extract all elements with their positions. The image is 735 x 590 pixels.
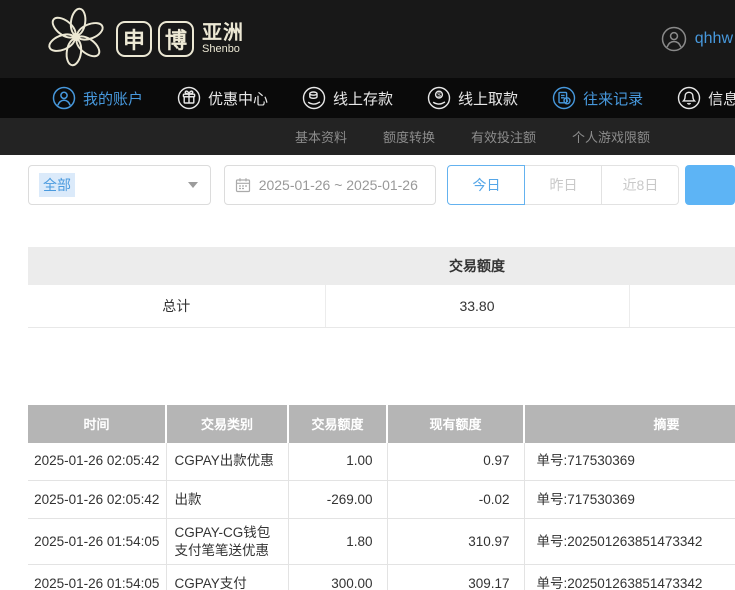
- record-balance: 309.17: [387, 565, 524, 590]
- nav-item-withdrawal[interactable]: $ 线上取款: [427, 86, 518, 110]
- deposit-coins-circle-icon: [302, 86, 326, 110]
- summary-total-value: 33.80: [325, 285, 629, 327]
- quick-date-button-group: 今日 昨日 近8日: [447, 165, 679, 205]
- record-type: CGPAY出款优惠: [166, 443, 288, 481]
- summary-header-cell-amount: 交易额度: [325, 247, 629, 285]
- transaction-type-select[interactable]: 全部: [28, 165, 211, 205]
- chevron-down-icon: [188, 182, 198, 188]
- column-header-time: 时间: [28, 405, 166, 443]
- gift-circle-icon: [177, 86, 201, 110]
- svg-text:$: $: [437, 92, 441, 99]
- transaction-records-table: 时间 交易类别 交易额度 现有额度 摘要 2025-01-26 02:05:42…: [28, 405, 735, 590]
- record-memo: 单号:202501263851473342: [524, 565, 735, 590]
- summary-header-cell-empty: [28, 247, 325, 285]
- nav-item-label: 往来记录: [583, 88, 643, 109]
- record-balance: 0.97: [387, 443, 524, 481]
- records-header-row: 时间 交易类别 交易额度 现有额度 摘要: [28, 405, 735, 443]
- nav-item-promotions[interactable]: 优惠中心: [177, 86, 268, 110]
- nav-item-my-account[interactable]: 我的账户: [52, 86, 143, 110]
- record-amount: 1.80: [288, 519, 387, 565]
- main-navigation: 我的账户 优惠中心 线上存款: [0, 78, 735, 118]
- nav-item-messages[interactable]: 信息: [677, 86, 735, 110]
- last-8-days-button[interactable]: 近8日: [601, 165, 679, 205]
- record-balance: -0.02: [387, 481, 524, 519]
- summary-total-label: 总计: [28, 285, 325, 327]
- records-clipboard-clock-circle-icon: [552, 86, 576, 110]
- summary-header-cell-empty: [629, 247, 735, 285]
- record-balance: 310.97: [387, 519, 524, 565]
- column-header-amount: 交易额度: [288, 405, 387, 443]
- logo-char-box: 申: [116, 21, 152, 57]
- table-row: 2025-01-26 01:54:05 CGPAY支付 300.00 309.1…: [28, 565, 735, 590]
- record-amount: 1.00: [288, 443, 387, 481]
- brand-text: 亚洲 Shenbo: [202, 23, 244, 56]
- table-row: 2025-01-26 01:54:05 CGPAY-CG钱包支付笔笔送优惠 1.…: [28, 519, 735, 565]
- nav-item-label: 线上存款: [333, 88, 393, 109]
- top-brand-bar: 申 博 亚洲 Shenbo qhhw: [0, 0, 735, 78]
- logo-char-box: 博: [158, 21, 194, 57]
- record-time: 2025-01-26 01:54:05: [28, 565, 166, 590]
- nav-item-label: 我的账户: [83, 88, 143, 109]
- records-page-content: 全部 2025-01-26 ~ 2025-01-26 今日 昨日 近8日: [0, 165, 735, 590]
- username-label: qhhw: [695, 30, 733, 48]
- today-button[interactable]: 今日: [447, 165, 525, 205]
- record-time: 2025-01-26 01:54:05: [28, 519, 166, 565]
- brand-logo[interactable]: 申 博 亚洲 Shenbo: [44, 5, 244, 74]
- nav-item-transaction-records[interactable]: 往来记录: [552, 86, 643, 110]
- date-range-input[interactable]: 2025-01-26 ~ 2025-01-26: [224, 165, 437, 205]
- record-memo: 单号:717530369: [524, 443, 735, 481]
- selected-type-value: 全部: [39, 173, 75, 197]
- record-type: CGPAY-CG钱包支付笔笔送优惠: [166, 519, 288, 565]
- nav-item-label: 优惠中心: [208, 88, 268, 109]
- flower-logo-icon: [44, 5, 108, 74]
- brand-region-label: 亚洲: [202, 23, 244, 44]
- record-type: CGPAY支付: [166, 565, 288, 590]
- record-memo: 单号:202501263851473342: [524, 519, 735, 565]
- table-row: 2025-01-26 02:05:42 CGPAY出款优惠 1.00 0.97 …: [28, 443, 735, 481]
- filter-toolbar: 全部 2025-01-26 ~ 2025-01-26 今日 昨日 近8日: [28, 165, 735, 205]
- subnav-item-credit-transfer[interactable]: 额度转换: [383, 127, 435, 146]
- account-sub-navigation: 基本资料 额度转换 有效投注额 个人游戏限额: [0, 118, 735, 155]
- nav-item-label: 信息: [708, 88, 735, 109]
- column-header-memo: 摘要: [524, 405, 735, 443]
- user-account-area[interactable]: qhhw: [661, 26, 733, 52]
- summary-header-row: 交易额度: [28, 247, 735, 285]
- record-time: 2025-01-26 02:05:42: [28, 443, 166, 481]
- subnav-item-basic-info[interactable]: 基本资料: [295, 127, 347, 146]
- record-time: 2025-01-26 02:05:42: [28, 481, 166, 519]
- summary-empty-cell: [629, 285, 735, 327]
- record-memo: 单号:717530369: [524, 481, 735, 519]
- record-amount: 300.00: [288, 565, 387, 590]
- calendar-icon: [235, 177, 251, 193]
- withdraw-coin-circle-icon: $: [427, 86, 451, 110]
- brand-latin-label: Shenbo: [202, 44, 244, 56]
- bell-circle-icon: [677, 86, 701, 110]
- user-circle-icon: [52, 86, 76, 110]
- nav-item-deposit[interactable]: 线上存款: [302, 86, 393, 110]
- record-type: 出款: [166, 481, 288, 519]
- record-amount: -269.00: [288, 481, 387, 519]
- column-header-type: 交易类别: [166, 405, 288, 443]
- date-range-value: 2025-01-26 ~ 2025-01-26: [259, 177, 418, 193]
- query-button[interactable]: [685, 165, 735, 205]
- subnav-item-game-limits[interactable]: 个人游戏限额: [572, 127, 650, 146]
- yesterday-button[interactable]: 昨日: [524, 165, 602, 205]
- subnav-item-valid-bets[interactable]: 有效投注额: [471, 127, 536, 146]
- summary-table: 交易额度 总计 33.80: [28, 247, 735, 328]
- nav-item-label: 线上取款: [458, 88, 518, 109]
- summary-total-row: 总计 33.80: [28, 285, 735, 327]
- user-avatar-icon: [661, 26, 687, 52]
- table-row: 2025-01-26 02:05:42 出款 -269.00 -0.02 单号:…: [28, 481, 735, 519]
- column-header-balance: 现有额度: [387, 405, 524, 443]
